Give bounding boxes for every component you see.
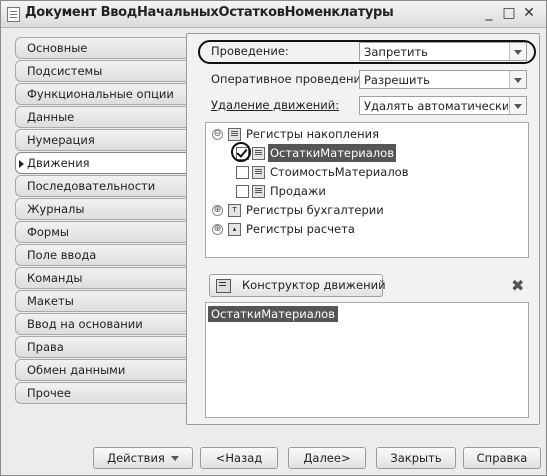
expand-icon[interactable]: ⊕ [212,224,223,235]
register-icon [252,147,265,160]
tab-journals[interactable]: Журналы [15,198,186,220]
actions-label: Действия [107,451,165,465]
actions-button[interactable]: Действия [93,447,193,469]
realtime-posting-label: Оперативное проведение: [211,72,372,86]
tab-forms[interactable]: Формы [15,221,186,243]
minimize-button[interactable]: _ [480,4,498,22]
register-icon [228,128,241,141]
register-icon [252,185,265,198]
tab-movements[interactable]: Движения [15,152,186,174]
delete-movements-value: Удалять автоматически при [364,99,508,113]
selected-registers-list[interactable]: ОстаткиМатериалов [205,302,529,418]
tree-node-accounting-registers[interactable]: ⊕ Т Регистры бухгалтерии [212,201,512,219]
maximize-button[interactable]: □ [500,4,518,22]
expand-icon[interactable]: ⊕ [212,205,223,216]
delete-movements-select[interactable]: Удалять автоматически при [359,96,527,115]
highlight-circle [231,142,251,162]
next-button[interactable]: Далее> [288,447,366,469]
checkbox[interactable] [236,166,249,179]
chevron-down-icon[interactable] [509,97,526,114]
highlight-oval [198,40,536,64]
tab-sequences[interactable]: Последовательности [15,175,186,197]
tree-item-label: СтоимостьМатериалов [270,165,409,179]
delete-icon[interactable]: ✖ [511,276,524,295]
movement-constructor-label: Конструктор движений [242,278,386,292]
tree-item-label: ОстаткиМатериалов [268,144,396,162]
register-icon [252,166,265,179]
tab-commands[interactable]: Команды [15,267,186,289]
checkbox[interactable] [236,185,249,198]
list-item[interactable]: ОстаткиМатериалов [208,306,338,322]
tree-node-calculation-registers[interactable]: ⊕ ▴ Регистры расчета [212,220,512,238]
title-bar: Документ ВводНачальныхОстатковНоменклату… [1,1,546,28]
chevron-down-icon[interactable] [509,71,526,88]
document-window: Документ ВводНачальныхОстатковНоменклату… [0,0,547,476]
movement-constructor-button[interactable]: Конструктор движений [209,274,386,297]
close-button[interactable]: ✕ [520,4,538,22]
delete-movements-label: Удаление движений: [211,98,340,112]
collapse-icon[interactable]: ⊖ [212,129,223,140]
tab-templates[interactable]: Макеты [15,290,186,312]
tree-item-ostatki[interactable]: ОстаткиМатериалов [230,142,520,162]
accounting-register-icon: Т [228,204,241,217]
tab-input-by-basis[interactable]: Ввод на основании [15,313,186,335]
tree-node-label: Регистры бухгалтерии [246,203,384,217]
tab-basic[interactable]: Основные [15,37,186,59]
window-title: Документ ВводНачальныхОстатковНоменклату… [25,5,394,20]
help-button[interactable]: Справка [463,447,541,469]
chevron-down-icon [170,456,179,461]
calculation-register-icon: ▴ [228,223,241,236]
tree-item-stoimost[interactable]: СтоимостьМатериалов [230,163,520,181]
realtime-posting-select[interactable]: Разрешить [359,70,527,89]
tab-data-exchange[interactable]: Обмен данными [15,359,186,381]
tab-data[interactable]: Данные [15,106,186,128]
tab-subsystems[interactable]: Подсистемы [15,60,186,82]
tab-input-field[interactable]: Поле ввода [15,244,186,266]
tab-rights[interactable]: Права [15,336,186,358]
tree-item-label: Продажи [270,184,326,198]
tab-functional-options[interactable]: Функциональные опции [15,83,186,105]
constructor-icon [216,279,231,293]
tab-other[interactable]: Прочее [15,382,186,404]
movements-panel: Проведение: Запретить Оперативное провед… [186,33,540,425]
tree-node-label: Регистры накопления [246,127,379,141]
tab-numbering[interactable]: Нумерация [15,129,186,151]
realtime-posting-value: Разрешить [364,73,430,87]
tree-node-label: Регистры расчета [246,222,355,236]
document-icon [7,7,20,22]
close-dialog-button[interactable]: Закрыть [376,447,456,469]
registers-tree: ⊖ Регистры накопления ОстаткиМатериалов … [205,122,529,258]
back-button[interactable]: <Назад [200,447,278,469]
section-tabs: Основные Подсистемы Функциональные опции… [15,37,186,405]
tree-item-prodazhi[interactable]: Продажи [230,182,520,200]
tree-node-accumulation-registers[interactable]: ⊖ Регистры накопления [212,125,512,143]
